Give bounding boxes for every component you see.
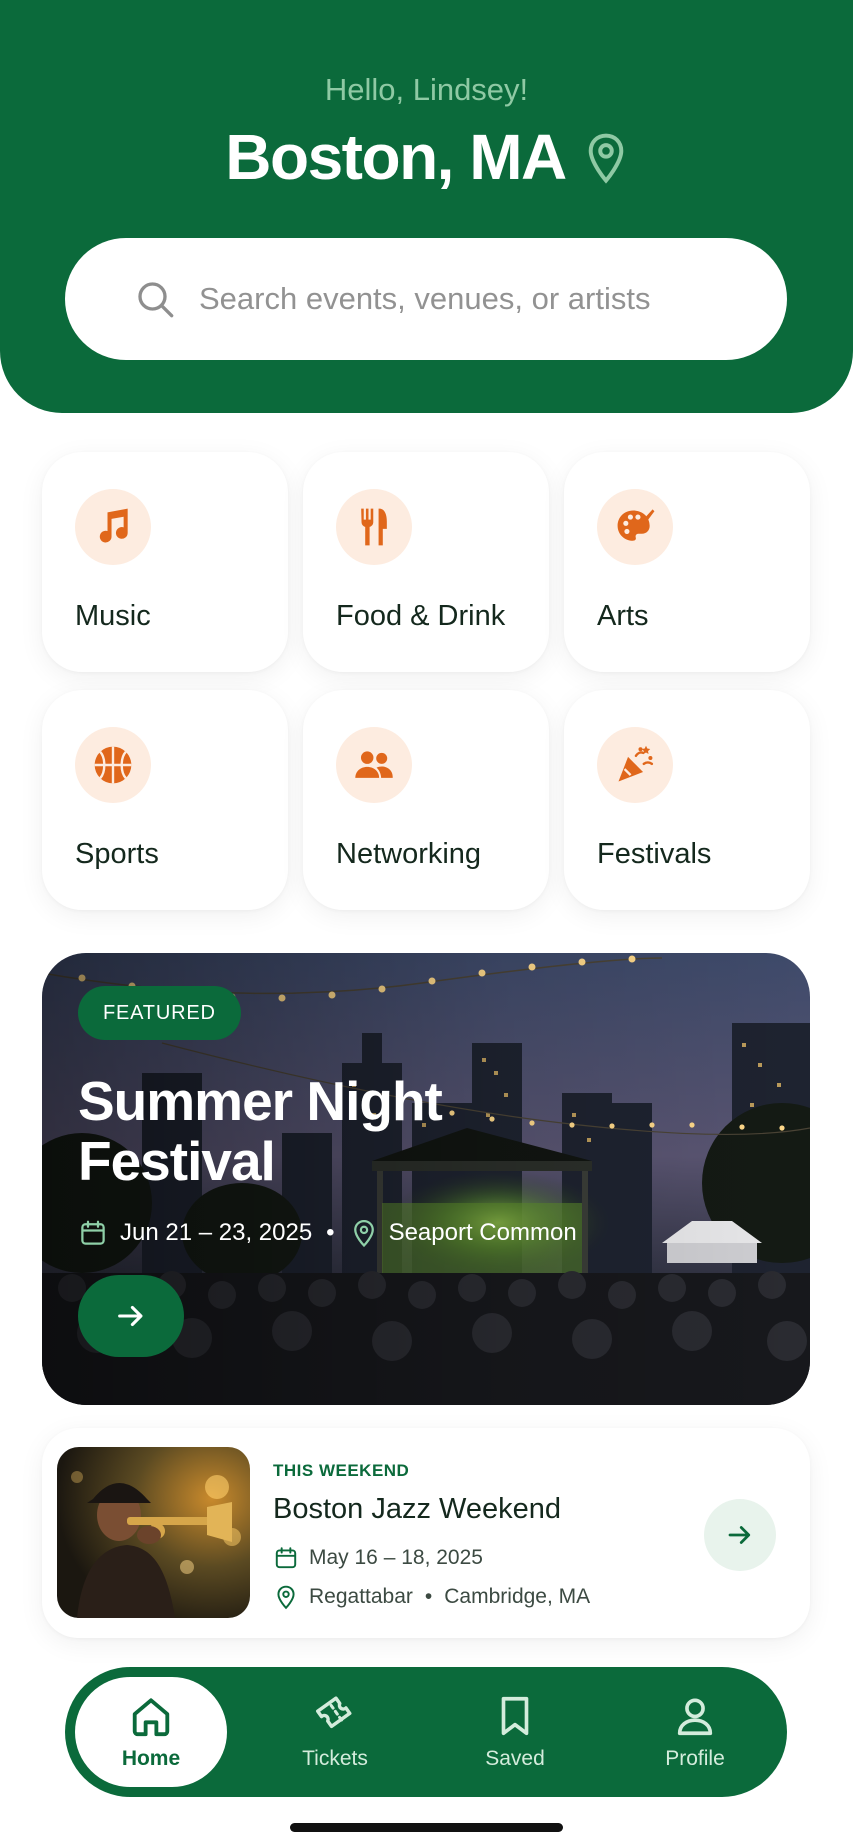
arrow-right-icon — [118, 1305, 143, 1327]
category-label: Festivals — [597, 838, 712, 870]
weekend-tag: THIS WEEKEND — [273, 1461, 410, 1480]
nav-tickets[interactable]: Tickets — [260, 1667, 410, 1797]
palette-icon — [597, 489, 673, 565]
nav-label: Home — [121, 1747, 181, 1770]
weekend-city: Cambridge, MA — [444, 1585, 591, 1608]
category-sports[interactable]: Sports — [42, 690, 288, 910]
map-pin-icon — [277, 1585, 295, 1610]
greeting: Hello, Lindsey! — [324, 72, 529, 107]
home-indicator[interactable] — [290, 1823, 563, 1832]
nav-label: Tickets — [302, 1747, 368, 1770]
category-food-drink[interactable]: Food & Drink — [303, 452, 549, 672]
category-arts[interactable]: Arts — [564, 452, 810, 672]
weekend-date-row: May 16 – 18, 2025 — [273, 1545, 483, 1571]
category-label: Networking — [336, 838, 482, 870]
arrow-right-icon — [728, 1526, 751, 1544]
category-networking[interactable]: Networking — [303, 690, 549, 910]
featured-event-card[interactable]: FEATURED Summer Night Festival Jun 21 – … — [42, 953, 810, 1405]
map-pin-icon[interactable] — [584, 132, 628, 186]
calendar-icon — [275, 1547, 297, 1569]
weekend-open-button[interactable] — [704, 1499, 776, 1571]
search-icon — [138, 282, 174, 318]
bottom-nav: Home Tickets Saved Profile — [65, 1667, 787, 1797]
weekend-event-image — [57, 1447, 250, 1618]
weekend-event-card[interactable]: THIS WEEKEND Boston Jazz Weekend May 16 … — [42, 1428, 810, 1638]
separator: • — [424, 1585, 433, 1608]
nav-label: Saved — [485, 1747, 545, 1770]
search-bar[interactable] — [65, 238, 787, 360]
featured-title: Summer Night Festival — [78, 1070, 443, 1192]
location-selector[interactable]: Boston, MA — [0, 120, 853, 194]
music-note-icon — [75, 489, 151, 565]
weekend-title: Boston Jazz Weekend — [273, 1493, 562, 1525]
category-label: Sports — [75, 838, 159, 870]
ticket-icon — [316, 1696, 352, 1729]
weekend-date: May 16 – 18, 2025 — [309, 1546, 483, 1569]
category-label: Food & Drink — [336, 600, 506, 632]
nav-home[interactable]: Home — [75, 1677, 227, 1787]
header: Hello, Lindsey! Boston, MA — [0, 0, 853, 413]
people-icon — [336, 727, 412, 803]
category-label: Arts — [597, 600, 649, 632]
nav-profile[interactable]: Profile — [620, 1667, 770, 1797]
fork-knife-icon — [336, 489, 412, 565]
separator: • — [326, 1219, 335, 1246]
calendar-icon — [81, 1220, 105, 1245]
bookmark-icon — [501, 1696, 529, 1736]
search-input[interactable] — [199, 281, 759, 317]
featured-meta: Jun 21 – 23, 2025 • Seaport Common — [78, 1218, 577, 1248]
featured-badge: FEATURED — [78, 986, 241, 1040]
category-label: Music — [75, 600, 151, 632]
user-icon — [677, 1698, 713, 1736]
featured-date: Jun 21 – 23, 2025 — [120, 1219, 313, 1246]
basketball-icon — [75, 727, 151, 803]
map-pin-icon — [353, 1219, 374, 1248]
featured-venue: Seaport Common — [388, 1219, 577, 1246]
weekend-location-row: Regattabar • Cambridge, MA — [273, 1584, 590, 1610]
category-festivals[interactable]: Festivals — [564, 690, 810, 910]
nav-label: Profile — [665, 1747, 725, 1770]
home-icon — [132, 1698, 170, 1737]
nav-saved[interactable]: Saved — [440, 1667, 590, 1797]
featured-open-button[interactable] — [78, 1275, 184, 1357]
party-popper-icon — [597, 727, 673, 803]
category-music[interactable]: Music — [42, 452, 288, 672]
city-title: Boston, MA — [225, 121, 567, 193]
weekend-venue: Regattabar — [309, 1585, 413, 1608]
